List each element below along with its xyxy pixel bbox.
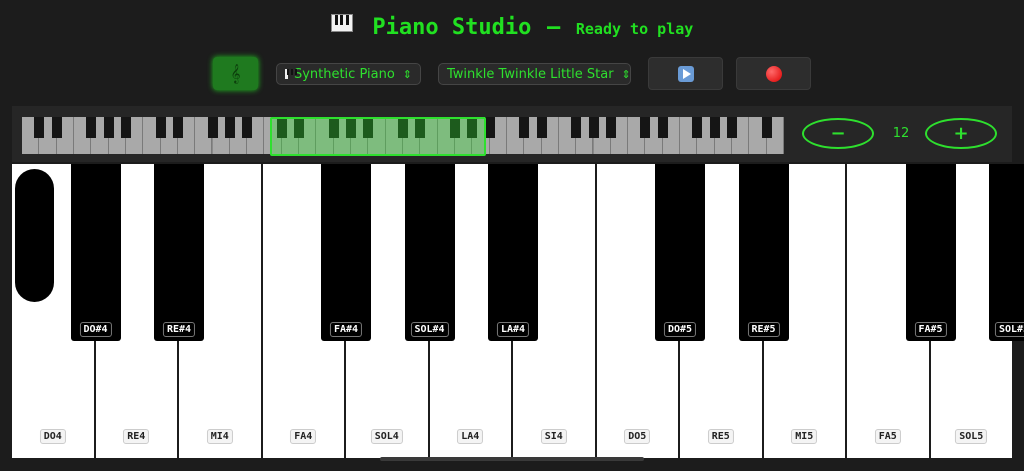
minimap-black-key [692, 117, 703, 138]
status-text: Ready to play [575, 20, 694, 38]
minimap-black-key [761, 117, 772, 138]
octave-up-button[interactable]: + [925, 118, 997, 149]
key-label: MI5 [791, 429, 818, 444]
key-label: RE4 [123, 429, 150, 444]
minimap-black-key [536, 117, 547, 138]
instrument-value: Synthetic Piano [293, 66, 395, 82]
keyboard-icon [285, 69, 297, 79]
minimap-black-key [588, 117, 599, 138]
minimap-black-key [640, 117, 651, 138]
record-button[interactable] [736, 57, 811, 90]
black-key[interactable]: FA#4 [321, 164, 371, 341]
key-label: FA5 [874, 429, 901, 444]
minimap-black-key [709, 117, 720, 138]
chevron-updown-icon: ⇕ [402, 67, 412, 81]
app-header: Piano Studio — Ready to play [0, 14, 1024, 40]
key-label: DO#5 [663, 322, 697, 337]
play-button[interactable] [648, 57, 723, 90]
key-label: LA#4 [496, 322, 530, 337]
key-label: MI4 [206, 429, 233, 444]
black-key[interactable]: LA#4 [488, 164, 538, 341]
black-key[interactable]: DO#4 [70, 164, 121, 341]
minimap-black-key [242, 117, 253, 138]
key-label: FA#4 [329, 322, 363, 337]
minimap-black-key [103, 117, 114, 138]
key-label: SOL#4 [410, 322, 449, 337]
octave-down-button[interactable]: − [802, 118, 874, 149]
minimap-black-key [51, 117, 62, 138]
black-key[interactable]: RE#5 [738, 164, 789, 341]
app-title: Piano Studio [372, 15, 532, 40]
minimap-black-key [484, 117, 495, 138]
record-icon [765, 65, 782, 82]
minimap-black-key [155, 117, 166, 138]
black-key[interactable]: DO#5 [655, 164, 705, 341]
black-key[interactable]: FA#5 [905, 164, 956, 341]
music-score-icon: 𝄞 [230, 63, 241, 84]
minimap-black-key [207, 117, 218, 138]
key-label: FA#5 [914, 322, 947, 337]
black-key[interactable]: SOL#5 [989, 164, 1024, 341]
song-select[interactable]: Twinkle Twinkle Little Star ⇕ [438, 63, 631, 85]
key-label: SI4 [540, 429, 567, 444]
minimap-black-key [224, 117, 235, 138]
piano-keyboard: DO4 RE4 MI4 FA4 SOL4 LA4 SI4 DO5 RE5 MI5 FA5 SOL5 D… [12, 164, 1024, 461]
key-label: LA4 [457, 429, 484, 444]
play-icon [677, 65, 694, 82]
minimap-black-key [86, 117, 97, 138]
piano-icon [330, 14, 353, 32]
key-label: DO5 [624, 429, 651, 444]
key-label: RE#5 [747, 322, 780, 337]
key-label: DO#4 [79, 322, 112, 337]
key-label: FA4 [290, 429, 317, 444]
home-indicator [380, 457, 644, 461]
song-value: Twinkle Twinkle Little Star [447, 66, 614, 82]
minimap-black-key [605, 117, 616, 138]
key-label: DO4 [39, 429, 66, 444]
key-label: RE5 [707, 429, 734, 444]
key-label: SOL4 [370, 429, 403, 444]
minimap-black-key [172, 117, 183, 138]
pitch-bend-slider[interactable] [15, 169, 54, 302]
key-label: SOL5 [955, 429, 988, 444]
minimap-black-key [34, 117, 45, 138]
title-separator: — [546, 15, 561, 40]
minimap-visible-range[interactable] [270, 117, 486, 156]
minimap-black-key [519, 117, 530, 138]
minimap-black-key [657, 117, 668, 138]
octave-value: 12 [892, 126, 910, 141]
black-key[interactable]: SOL#4 [404, 164, 455, 341]
music-score-button[interactable]: 𝄞 [213, 57, 258, 90]
key-label: RE#4 [162, 322, 196, 337]
black-key[interactable]: RE#4 [154, 164, 204, 341]
minimap-black-key [571, 117, 582, 138]
key-label: SOL#5 [994, 322, 1024, 337]
minimap-black-key [727, 117, 738, 138]
chevron-updown-icon: ⇕ [621, 67, 631, 81]
minimap-black-key [120, 117, 131, 138]
instrument-select[interactable]: Synthetic Piano ⇕ [276, 63, 421, 85]
toolbar: 𝄞 Synthetic Piano ⇕ Twinkle Twinkle Litt… [0, 56, 1024, 92]
